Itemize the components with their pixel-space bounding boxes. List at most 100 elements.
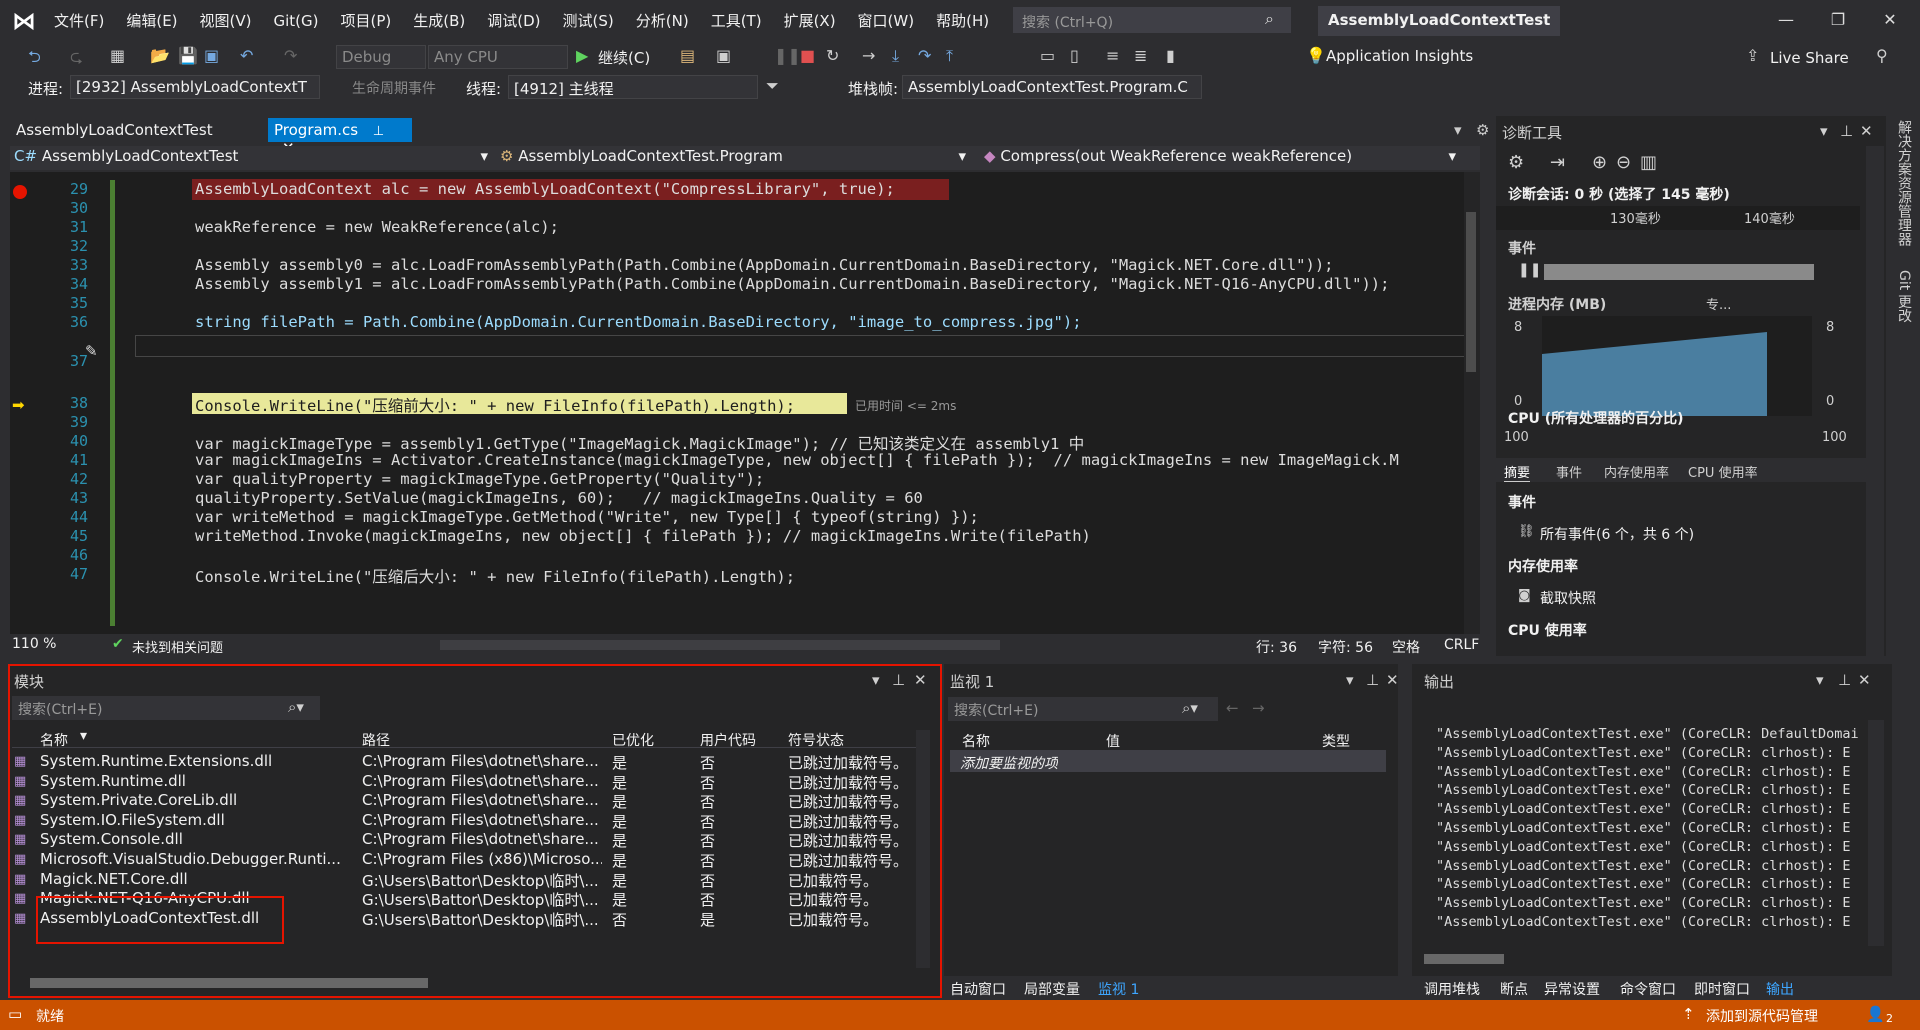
menu-item-9[interactable]: 工具(T) bbox=[711, 10, 762, 31]
platform-dropdown[interactable]: Any CPU bbox=[428, 45, 568, 69]
outdent-icon[interactable]: ≣ bbox=[1134, 46, 1147, 65]
col-path[interactable]: 路径 bbox=[362, 730, 390, 750]
col-symbol-status[interactable]: 符号状态 bbox=[788, 730, 844, 750]
config-dropdown[interactable]: Debug bbox=[336, 45, 426, 69]
diag-tab-events[interactable]: 事件 bbox=[1556, 462, 1582, 481]
module-cell[interactable]: 否 bbox=[700, 889, 715, 910]
diag-export-icon[interactable]: ⇥ bbox=[1550, 152, 1565, 173]
notifications-icon[interactable]: 👤 bbox=[1866, 1005, 1885, 1023]
module-cell[interactable]: C:\Program Files\dotnet\share... bbox=[362, 772, 599, 790]
modules-close-icon[interactable]: ✕ bbox=[914, 671, 927, 689]
settings-icon[interactable]: ⚙ bbox=[1470, 118, 1495, 142]
col-name[interactable]: 名称 bbox=[40, 730, 68, 750]
indent-icon[interactable]: ≡ bbox=[1106, 46, 1119, 65]
stop-icon[interactable]: ■ bbox=[800, 46, 815, 65]
restart-icon[interactable]: ↻ bbox=[826, 46, 839, 65]
open-icon[interactable]: 📂 bbox=[150, 46, 170, 65]
tab-call-stack[interactable]: 调用堆栈 bbox=[1424, 979, 1480, 999]
horizontal-scrollbar[interactable] bbox=[440, 640, 1000, 650]
live-share-button[interactable]: Live Share bbox=[1770, 49, 1849, 67]
whitespace-indicator[interactable]: 空格 bbox=[1392, 637, 1420, 657]
tab-command-window[interactable]: 命令窗口 bbox=[1620, 979, 1676, 999]
pause-icon[interactable]: ❚❚ bbox=[774, 46, 801, 65]
module-cell[interactable]: G:\Users\Battor\Desktop\临时\... bbox=[362, 870, 599, 891]
minimize-icon[interactable]: — bbox=[1760, 10, 1812, 29]
tab-overflow-icon[interactable]: ▾ bbox=[1448, 118, 1468, 142]
search-icon[interactable]: ⌕ bbox=[1265, 9, 1274, 29]
diag-pin-icon[interactable]: ⊥ bbox=[1840, 122, 1853, 140]
watch-search-input[interactable]: 搜索(Ctrl+E) bbox=[948, 697, 1218, 721]
continue-icon[interactable]: ▶ bbox=[576, 46, 588, 65]
modules-search-input[interactable]: 搜索(Ctrl+E) bbox=[12, 696, 320, 720]
module-cell[interactable]: System.Private.CoreLib.dll bbox=[40, 791, 237, 809]
menu-item-3[interactable]: Git(G) bbox=[274, 12, 319, 30]
app-insights-icon[interactable]: 💡 bbox=[1306, 46, 1326, 65]
browser-icon[interactable]: ▣ bbox=[716, 46, 731, 65]
module-cell[interactable]: 是 bbox=[700, 909, 715, 930]
module-cell[interactable]: Magick.NET.Core.dll bbox=[40, 870, 188, 888]
output-vertical-scrollbar[interactable] bbox=[1868, 720, 1884, 946]
module-cell[interactable]: 已跳过加载符号。 bbox=[788, 752, 908, 773]
module-cell[interactable]: C:\Program Files\dotnet\share... bbox=[362, 830, 599, 848]
attach-icon[interactable]: ▤ bbox=[680, 46, 695, 65]
pin-icon[interactable]: ⊥ bbox=[373, 124, 384, 139]
watch-col-value[interactable]: 值 bbox=[1106, 731, 1120, 751]
solution-explorer-tab[interactable]: 解决方案资源管理器 bbox=[1894, 120, 1914, 246]
module-cell[interactable]: Microsoft.VisualStudio.Debugger.Runti... bbox=[40, 850, 340, 868]
new-project-icon[interactable]: ▦ bbox=[110, 46, 125, 65]
add-source-control-button[interactable]: 添加到源代码管理 bbox=[1706, 1006, 1818, 1026]
module-cell[interactable]: System.IO.FileSystem.dll bbox=[40, 811, 225, 829]
module-cell[interactable]: 已加载符号。 bbox=[788, 909, 878, 930]
diag-scrollbar[interactable] bbox=[1866, 146, 1884, 656]
diag-dropdown-icon[interactable]: ▾ bbox=[1820, 122, 1828, 140]
watch-dropdown-icon[interactable]: ▾ bbox=[1346, 671, 1354, 689]
modules-search-icon[interactable]: ⌕▾ bbox=[288, 698, 304, 716]
module-cell[interactable]: 否 bbox=[700, 870, 715, 891]
diag-tab-cpu[interactable]: CPU 使用率 bbox=[1688, 462, 1758, 481]
filter-icon[interactable]: ⏷ bbox=[766, 76, 779, 96]
sort-desc-icon[interactable]: ▾ bbox=[80, 728, 87, 744]
menu-item-4[interactable]: 项目(P) bbox=[341, 10, 392, 31]
tab-project[interactable]: AssemblyLoadContextTest bbox=[10, 118, 219, 142]
feedback-icon[interactable]: ⚲ bbox=[1876, 46, 1888, 65]
module-cell[interactable]: System.Runtime.Extensions.dll bbox=[40, 752, 272, 770]
stack-frame-dropdown[interactable]: AssemblyLoadContextTest.Program.C bbox=[902, 75, 1202, 99]
undo-icon[interactable]: ↶ bbox=[240, 46, 253, 65]
process-dropdown[interactable]: [2932] AssemblyLoadContextT bbox=[70, 75, 320, 99]
back-icon[interactable]: ⮌ bbox=[28, 46, 41, 73]
bookmark-icon[interactable]: ▮ bbox=[1166, 46, 1175, 65]
member-nav-dropdown[interactable]: ◆ Compress(out WeakReference weakReferen… bbox=[984, 147, 1460, 169]
show-next-statement-icon[interactable]: → bbox=[862, 46, 875, 65]
app-insights-button[interactable]: Application Insights bbox=[1326, 47, 1473, 65]
module-cell[interactable]: 已跳过加载符号。 bbox=[788, 830, 908, 851]
module-cell[interactable]: 已跳过加载符号。 bbox=[788, 772, 908, 793]
tab-autos[interactable]: 自动窗口 bbox=[950, 979, 1006, 999]
module-cell[interactable]: C:\Program Files\dotnet\share... bbox=[362, 752, 599, 770]
tab-breakpoints[interactable]: 断点 bbox=[1500, 979, 1528, 999]
take-snapshot-button[interactable]: 截取快照 bbox=[1540, 588, 1596, 608]
menu-item-7[interactable]: 测试(S) bbox=[563, 10, 614, 31]
tab-program-cs[interactable]: Program.cs ⊥ ✕ bbox=[268, 118, 412, 157]
col-optimized[interactable]: 已优化 bbox=[612, 730, 654, 750]
zoom-out-icon[interactable]: ⊖ bbox=[1616, 152, 1631, 173]
tab-immediate-window[interactable]: 即时窗口 bbox=[1694, 979, 1750, 999]
eol-indicator[interactable]: CRLF bbox=[1444, 637, 1479, 653]
modules-vertical-scrollbar[interactable] bbox=[916, 730, 930, 968]
menu-item-6[interactable]: 调试(D) bbox=[487, 10, 540, 31]
module-cell[interactable]: 否 bbox=[700, 772, 715, 793]
module-cell[interactable]: 是 bbox=[612, 830, 627, 851]
module-cell[interactable]: 否 bbox=[700, 830, 715, 851]
save-icon[interactable]: 💾 bbox=[178, 46, 198, 65]
module-cell[interactable]: System.Runtime.dll bbox=[40, 772, 186, 790]
reset-zoom-icon[interactable]: ▥ bbox=[1640, 152, 1657, 173]
diag-settings-icon[interactable]: ⚙ bbox=[1508, 152, 1524, 173]
watch-pin-icon[interactable]: ⊥ bbox=[1366, 671, 1379, 689]
module-cell[interactable]: 是 bbox=[612, 752, 627, 773]
project-nav-dropdown[interactable]: C# AssemblyLoadContextTest ▾ bbox=[14, 147, 492, 169]
all-events-link[interactable]: 所有事件(6 个，共 6 个) bbox=[1540, 524, 1694, 544]
diag-tab-memory[interactable]: 内存使用率 bbox=[1604, 462, 1669, 481]
code-editor[interactable]: ➡ ✎ 29 30 31 32 33 34 35 36 37 38 39 40 41 42 43 44 45 46… bbox=[10, 172, 1480, 634]
thread-dropdown[interactable]: [4912] 主线程 bbox=[508, 75, 758, 99]
module-cell[interactable]: 是 bbox=[612, 811, 627, 832]
menu-item-1[interactable]: 编辑(E) bbox=[126, 10, 177, 31]
